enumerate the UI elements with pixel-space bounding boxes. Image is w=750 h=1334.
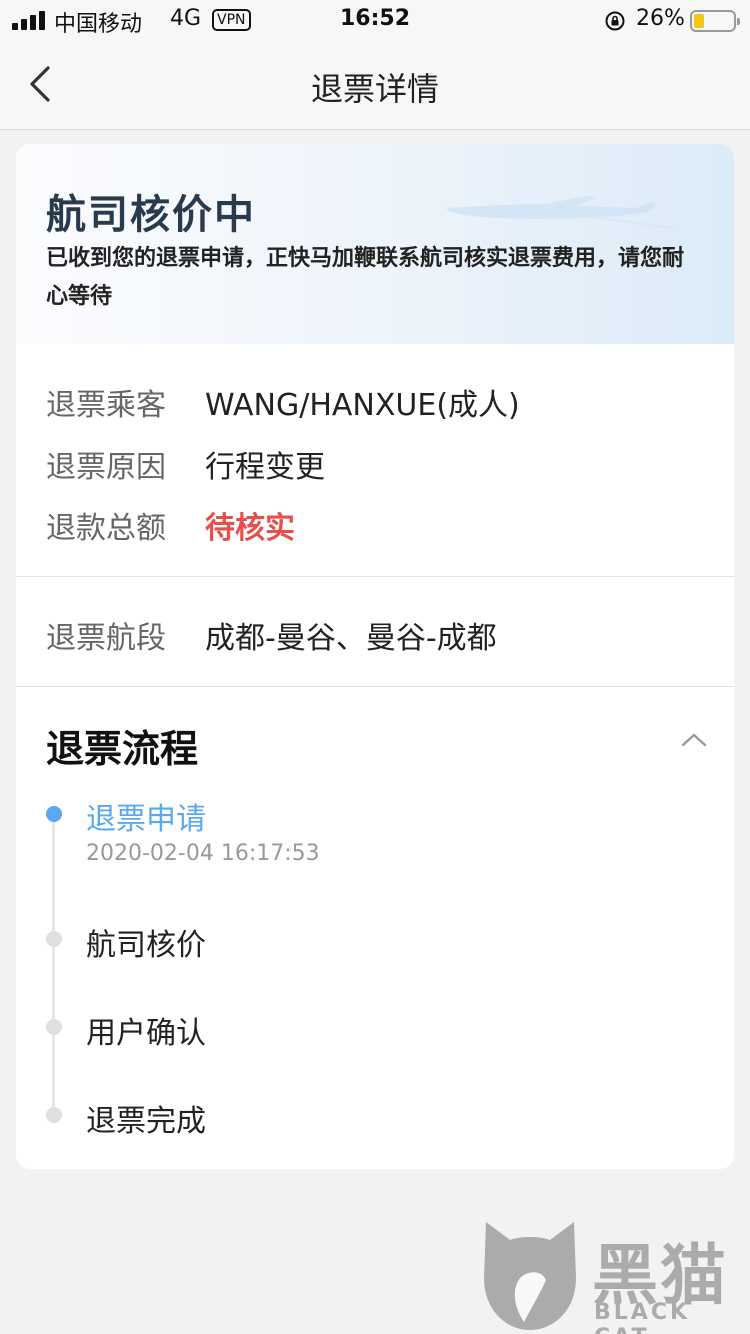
rotation-lock-icon [605, 11, 625, 31]
battery-icon [690, 10, 740, 32]
amount-label: 退款总额 [46, 511, 166, 546]
status-banner: 航司核价中 已收到您的退票申请，正快马加鞭联系航司核实退票费用，请您耐心等待 [16, 144, 734, 344]
divider [16, 576, 734, 577]
timeline-line [52, 814, 55, 1114]
reason-label: 退票原因 [46, 450, 166, 485]
segment-label: 退票航段 [46, 621, 166, 656]
status-title: 航司核价中 [46, 192, 256, 238]
watermark: 黑猫 BLACK CAT [480, 1218, 750, 1334]
airplane-icon [446, 196, 679, 228]
status-bar: 中国移动 4G VPN 16:52 26% [0, 0, 750, 40]
cat-logo-icon [484, 1222, 576, 1330]
chevron-up-icon[interactable] [680, 730, 708, 750]
segment-value: 成都-曼谷、曼谷-成都 [205, 621, 497, 656]
amount-value: 待核实 [205, 511, 295, 546]
watermark-en: BLACK CAT [594, 1300, 691, 1334]
refund-detail-card: 航司核价中 已收到您的退票申请，正快马加鞭联系航司核实退票费用，请您耐心等待 退… [16, 144, 734, 1169]
divider [16, 686, 734, 687]
battery-percent: 26% [636, 6, 685, 31]
page-title: 退票详情 [310, 70, 439, 108]
flow-title: 退票流程 [46, 727, 199, 771]
passenger-value: WANG/HANXUE(成人) [205, 388, 520, 423]
step-label-confirm: 用户确认 [86, 1016, 206, 1051]
timeline-dot [46, 806, 62, 822]
status-description: 已收到您的退票申请，正快马加鞭联系航司核实退票费用，请您耐心等待 [46, 246, 685, 309]
timeline-dot [46, 1107, 62, 1123]
timeline-dot [46, 931, 62, 947]
nav-bar: 退票详情 [0, 40, 750, 130]
step-label-pricing: 航司核价 [86, 928, 206, 963]
passenger-label: 退票乘客 [46, 388, 166, 423]
step-label-apply: 退票申请 [86, 802, 206, 837]
step-label-complete: 退票完成 [86, 1104, 206, 1139]
step-time-apply: 2020-02-04 16:17:53 [86, 841, 320, 866]
timeline-dot [46, 1019, 62, 1035]
reason-value: 行程变更 [205, 450, 325, 485]
